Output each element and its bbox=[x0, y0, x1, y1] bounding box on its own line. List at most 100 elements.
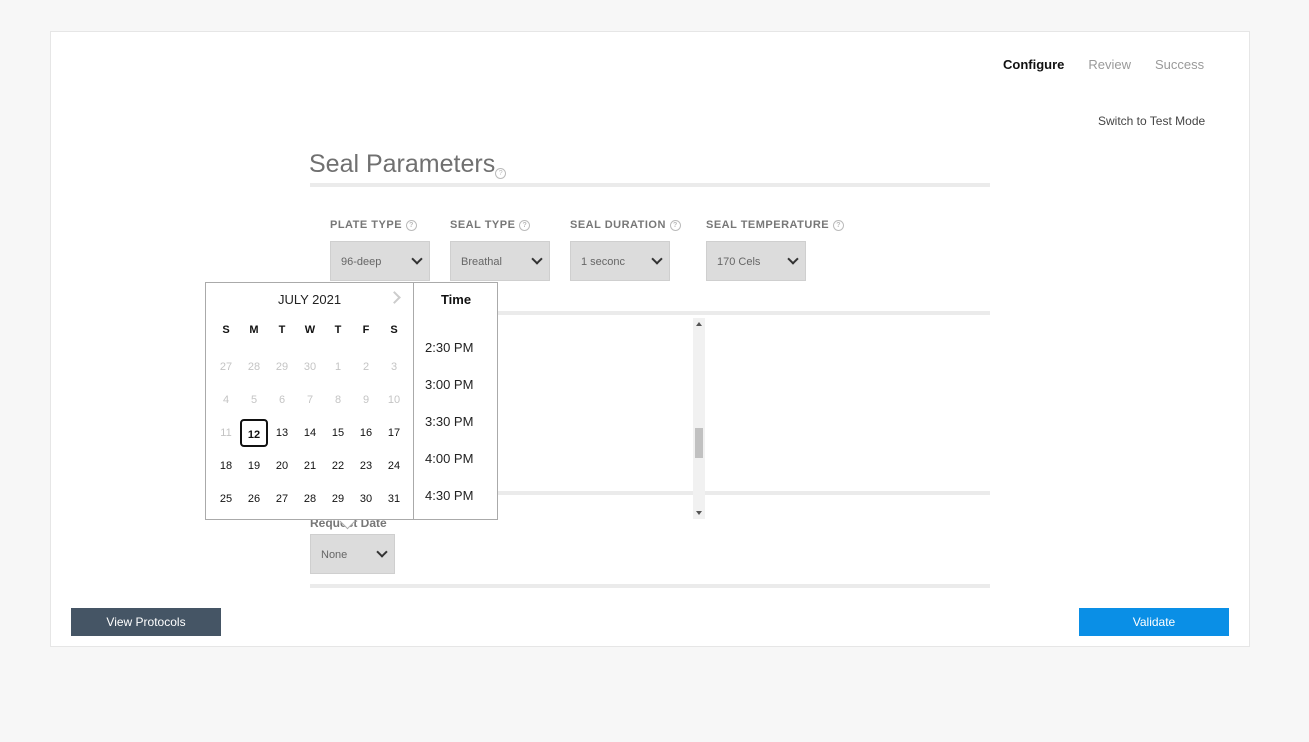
calendar-week-row: 11 12 13 14 15 16 17 bbox=[212, 419, 408, 447]
section-title-text: Seal Parameters bbox=[309, 150, 496, 178]
calendar-day[interactable]: 27 bbox=[212, 353, 240, 381]
calendar-day[interactable]: 21 bbox=[296, 452, 324, 480]
plate-type-label-text: PLATE TYPE bbox=[330, 219, 403, 231]
calendar-day[interactable]: 27 bbox=[268, 485, 296, 513]
help-icon[interactable]: ? bbox=[406, 219, 418, 231]
calendar-panel: JULY 2021 S M T W T F S 27 28 29 30 1 2 3 4 5 6 7 8… bbox=[206, 283, 414, 519]
time-option[interactable]: 3:00 PM bbox=[425, 377, 473, 392]
seal-temperature-label-text: SEAL TEMPERATURE bbox=[706, 219, 830, 231]
plate-type-label: PLATE TYPE? bbox=[330, 219, 418, 231]
step-success[interactable]: Success bbox=[1155, 57, 1204, 72]
calendar-day[interactable]: 13 bbox=[268, 419, 296, 447]
seal-duration-value: 1 seconc bbox=[581, 256, 626, 268]
calendar-day[interactable]: 10 bbox=[380, 386, 408, 414]
calendar-day[interactable]: 25 bbox=[212, 485, 240, 513]
time-option[interactable]: 2:30 PM bbox=[425, 340, 473, 355]
calendar-day[interactable]: 16 bbox=[352, 419, 380, 447]
plate-type-select[interactable]: 96-deep bbox=[330, 241, 430, 281]
seal-type-label: SEAL TYPE? bbox=[450, 219, 531, 231]
calendar-day[interactable]: 20 bbox=[268, 452, 296, 480]
request-date-select[interactable]: None bbox=[310, 534, 395, 574]
calendar-day[interactable]: 29 bbox=[324, 485, 352, 513]
calendar-day[interactable]: 22 bbox=[324, 452, 352, 480]
weekday-label: M bbox=[249, 324, 259, 336]
scroll-up-icon[interactable] bbox=[696, 322, 702, 326]
calendar-day[interactable]: 8 bbox=[324, 386, 352, 414]
help-icon[interactable]: ? bbox=[833, 219, 845, 231]
calendar-day[interactable]: 11 bbox=[212, 419, 240, 447]
seal-duration-label-text: SEAL DURATION bbox=[570, 219, 666, 231]
chevron-down-icon bbox=[376, 546, 388, 558]
calendar-day[interactable]: 28 bbox=[240, 353, 268, 381]
calendar-day[interactable]: 23 bbox=[352, 452, 380, 480]
seal-type-select[interactable]: Breathal bbox=[450, 241, 550, 281]
calendar-day[interactable]: 4 bbox=[212, 386, 240, 414]
weekday-header: S M T W T F S bbox=[212, 324, 408, 336]
time-option[interactable]: 4:00 PM bbox=[425, 451, 473, 466]
seal-duration-label: SEAL DURATION? bbox=[570, 219, 681, 231]
seal-type-value: Breathal bbox=[461, 256, 502, 268]
calendar-day[interactable]: 3 bbox=[380, 353, 408, 381]
weekday-label: T bbox=[278, 324, 286, 336]
calendar-day[interactable]: 30 bbox=[352, 485, 380, 513]
calendar-day[interactable]: 7 bbox=[296, 386, 324, 414]
calendar-week-row: 27 28 29 30 1 2 3 bbox=[212, 353, 408, 381]
chevron-down-icon bbox=[411, 253, 423, 265]
next-month-icon[interactable] bbox=[389, 290, 403, 304]
weekday-label: S bbox=[390, 324, 398, 336]
weekday-label: W bbox=[304, 324, 316, 336]
help-icon[interactable]: ? bbox=[495, 168, 507, 179]
step-configure[interactable]: Configure bbox=[1003, 57, 1064, 72]
wizard-steps: Configure Review Success bbox=[1003, 57, 1204, 72]
calendar-day[interactable]: 19 bbox=[240, 452, 268, 480]
validate-button[interactable]: Validate bbox=[1079, 608, 1229, 636]
scrollbar-thumb[interactable] bbox=[695, 428, 703, 458]
calendar-week-row: 25 26 27 28 29 30 31 bbox=[212, 485, 408, 513]
calendar-day[interactable]: 28 bbox=[296, 485, 324, 513]
time-option[interactable]: 3:30 PM bbox=[425, 414, 473, 429]
calendar-day[interactable]: 9 bbox=[352, 386, 380, 414]
chevron-down-icon bbox=[531, 253, 543, 265]
plate-type-value: 96-deep bbox=[341, 256, 382, 268]
seal-temperature-value: 170 Cels bbox=[717, 256, 761, 268]
help-icon[interactable]: ? bbox=[519, 219, 531, 231]
seal-temperature-select[interactable]: 170 Cels bbox=[706, 241, 806, 281]
datetime-picker: JULY 2021 S M T W T F S 27 28 29 30 1 2 3 4 5 6 7 8… bbox=[205, 282, 705, 520]
calendar-day[interactable]: 6 bbox=[268, 386, 296, 414]
calendar-day[interactable]: 30 bbox=[296, 353, 324, 381]
seal-temperature-label: SEAL TEMPERATURE? bbox=[706, 219, 845, 231]
weekday-label: S bbox=[222, 324, 230, 336]
calendar-day[interactable]: 29 bbox=[268, 353, 296, 381]
switch-test-mode-link[interactable]: Switch to Test Mode bbox=[1098, 114, 1205, 128]
time-scrollbar[interactable] bbox=[693, 318, 705, 519]
seal-type-label-text: SEAL TYPE bbox=[450, 219, 516, 231]
time-header: Time bbox=[440, 292, 472, 307]
time-panel: Time 2:30 PM 3:00 PM 3:30 PM 4:00 PM 4:3… bbox=[414, 283, 705, 519]
calendar-day[interactable]: 18 bbox=[212, 452, 240, 480]
weekday-label: F bbox=[362, 324, 370, 336]
time-option[interactable]: 4:30 PM bbox=[425, 488, 473, 503]
weekday-label: T bbox=[334, 324, 342, 336]
calendar-day[interactable]: 1 bbox=[324, 353, 352, 381]
calendar-day[interactable]: 24 bbox=[380, 452, 408, 480]
calendar-day[interactable]: 17 bbox=[380, 419, 408, 447]
chevron-down-icon bbox=[651, 253, 663, 265]
calendar-day[interactable]: 2 bbox=[352, 353, 380, 381]
section-divider bbox=[310, 183, 990, 187]
calendar-day[interactable]: 12 bbox=[240, 419, 268, 447]
calendar-day[interactable]: 31 bbox=[380, 485, 408, 513]
scroll-down-icon[interactable] bbox=[696, 511, 702, 515]
view-protocols-button[interactable]: View Protocols bbox=[71, 608, 221, 636]
seal-duration-select[interactable]: 1 seconc bbox=[570, 241, 670, 281]
step-review[interactable]: Review bbox=[1088, 57, 1131, 72]
calendar-day[interactable]: 5 bbox=[240, 386, 268, 414]
request-date-value: None bbox=[321, 549, 348, 561]
calendar-day[interactable]: 15 bbox=[324, 419, 352, 447]
chevron-down-icon bbox=[787, 253, 799, 265]
help-icon[interactable]: ? bbox=[669, 219, 681, 231]
calendar-month-label: JULY 2021 bbox=[277, 292, 342, 307]
calendar-day[interactable]: 14 bbox=[296, 419, 324, 447]
calendar-week-row: 4 5 6 7 8 9 10 bbox=[212, 386, 408, 414]
time-list: 2:30 PM 3:00 PM 3:30 PM 4:00 PM 4:30 PM bbox=[414, 320, 486, 518]
calendar-day[interactable]: 26 bbox=[240, 485, 268, 513]
